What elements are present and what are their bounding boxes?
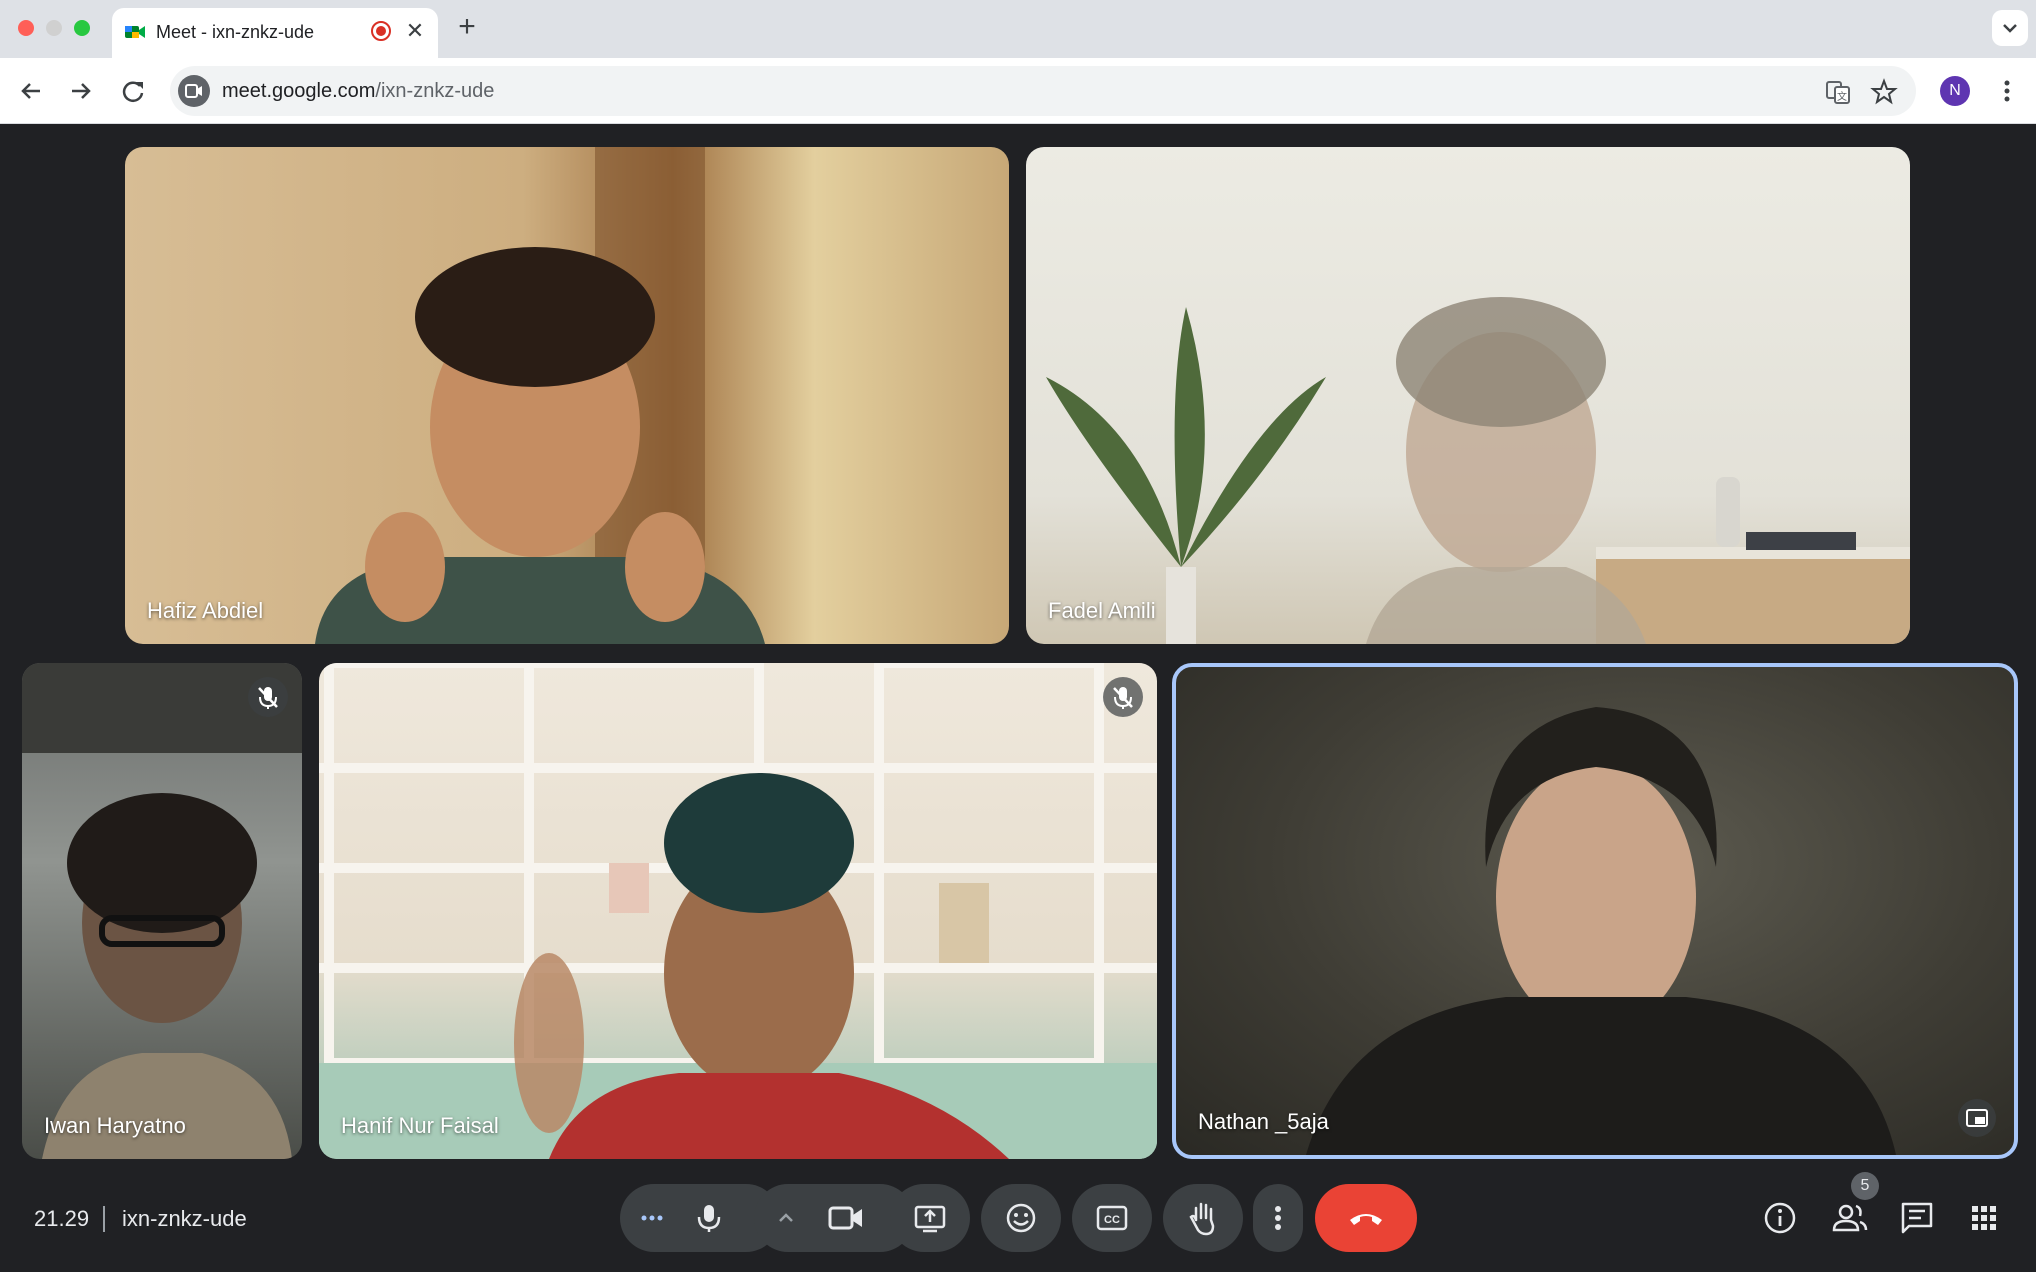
info-icon[interactable] [1758,1196,1802,1240]
mic-muted-indicator [248,677,288,717]
more-vert-icon[interactable] [1992,74,2022,108]
pip-icon [1966,1109,1988,1127]
camera-icon[interactable] [827,1203,865,1233]
closed-captions-icon: CC [1096,1205,1128,1231]
participant-tile[interactable]: Hanif Nur Faisal [319,663,1157,1159]
present-screen-button[interactable] [890,1184,970,1252]
video-feed [1046,297,1910,644]
back-arrow-icon[interactable] [14,74,48,108]
reload-icon[interactable] [116,74,150,108]
window-close-button[interactable] [18,20,34,36]
people-icon[interactable] [1828,1196,1872,1240]
participant-tile-active-speaker[interactable]: Nathan _5aja [1172,663,2018,1159]
mic-off-icon [258,687,278,709]
svg-text:CC: CC [1104,1214,1120,1226]
hang-up-icon [1350,1214,1382,1225]
new-tab-button[interactable]: + [452,12,482,42]
leave-call-button[interactable] [1315,1184,1417,1252]
more-vert-icon [1275,1206,1281,1230]
divider [103,1206,105,1232]
tab-title: Meet - ixn-znkz-ude [156,22,315,42]
activities-grid-icon[interactable] [1962,1196,2006,1240]
bookmark-star-icon[interactable] [1870,78,1898,106]
raise-hand-icon [1189,1202,1215,1236]
meeting-clock: 21.29 [34,1206,90,1231]
present-screen-icon [914,1205,946,1233]
participant-tile[interactable]: Hafiz Abdiel [125,147,1009,644]
participant-name: Hanif Nur Faisal [341,1113,499,1138]
participant-name: Fadel Amili [1048,598,1156,623]
profile-avatar[interactable]: N [1940,76,1970,106]
participant-name: Hafiz Abdiel [147,598,264,623]
browser-tab-bar: Meet - ixn-znkz-ude ✕ + [0,0,2036,58]
browser-tab[interactable]: Meet - ixn-znkz-ude ✕ [112,8,438,58]
recording-indicator-icon [371,21,391,41]
url-text: meet.google.com/ixn-znkz-ude [222,80,495,102]
translate-icon[interactable]: 文 [1824,78,1852,106]
reactions-button[interactable] [981,1184,1061,1252]
microphone-icon[interactable] [692,1201,726,1235]
captions-button[interactable]: CC [1072,1184,1152,1252]
tab-search-button[interactable] [1992,10,2028,46]
browser-toolbar: meet.google.com/ixn-znkz-ude 文 N [0,58,2036,124]
tab-close-icon[interactable]: ✕ [402,18,428,44]
video-feed [1306,707,1896,1155]
picture-in-picture-button[interactable] [1958,1099,1996,1137]
more-audio-options-icon[interactable] [637,1203,667,1233]
meeting-stage: Hafiz Abdiel Fadel Amili Iwan Haryatno H… [0,124,2036,1272]
emoji-icon [1006,1203,1036,1233]
participant-name: Iwan Haryatno [44,1113,186,1138]
site-info-icon[interactable] [178,75,210,107]
more-options-button[interactable] [1253,1184,1303,1252]
forward-arrow-icon[interactable] [64,74,98,108]
address-bar[interactable]: meet.google.com/ixn-znkz-ude 文 [170,66,1916,116]
mic-muted-indicator [1103,677,1143,717]
video-feed [319,663,1157,1159]
mic-off-icon [1113,687,1133,709]
window-maximize-button[interactable] [74,20,90,36]
meet-favicon-icon [125,26,145,38]
meeting-code: ixn-znkz-ude [122,1206,247,1231]
chat-icon[interactable] [1895,1196,1939,1240]
participant-tile[interactable]: Fadel Amili [1026,147,1910,644]
svg-text:文: 文 [1837,90,1847,103]
window-minimize-button[interactable] [46,20,62,36]
video-feed [22,663,302,1159]
participant-name: Nathan _5aja [1198,1109,1329,1134]
chevron-up-icon[interactable] [773,1205,799,1231]
meeting-controls-bar: 21.29 ixn-znkz-ude CC 5 [0,1172,2036,1272]
participant-tile[interactable]: Iwan Haryatno [22,663,302,1159]
raise-hand-button[interactable] [1163,1184,1243,1252]
chevron-down-icon [2003,24,2017,33]
video-feed [315,147,765,644]
